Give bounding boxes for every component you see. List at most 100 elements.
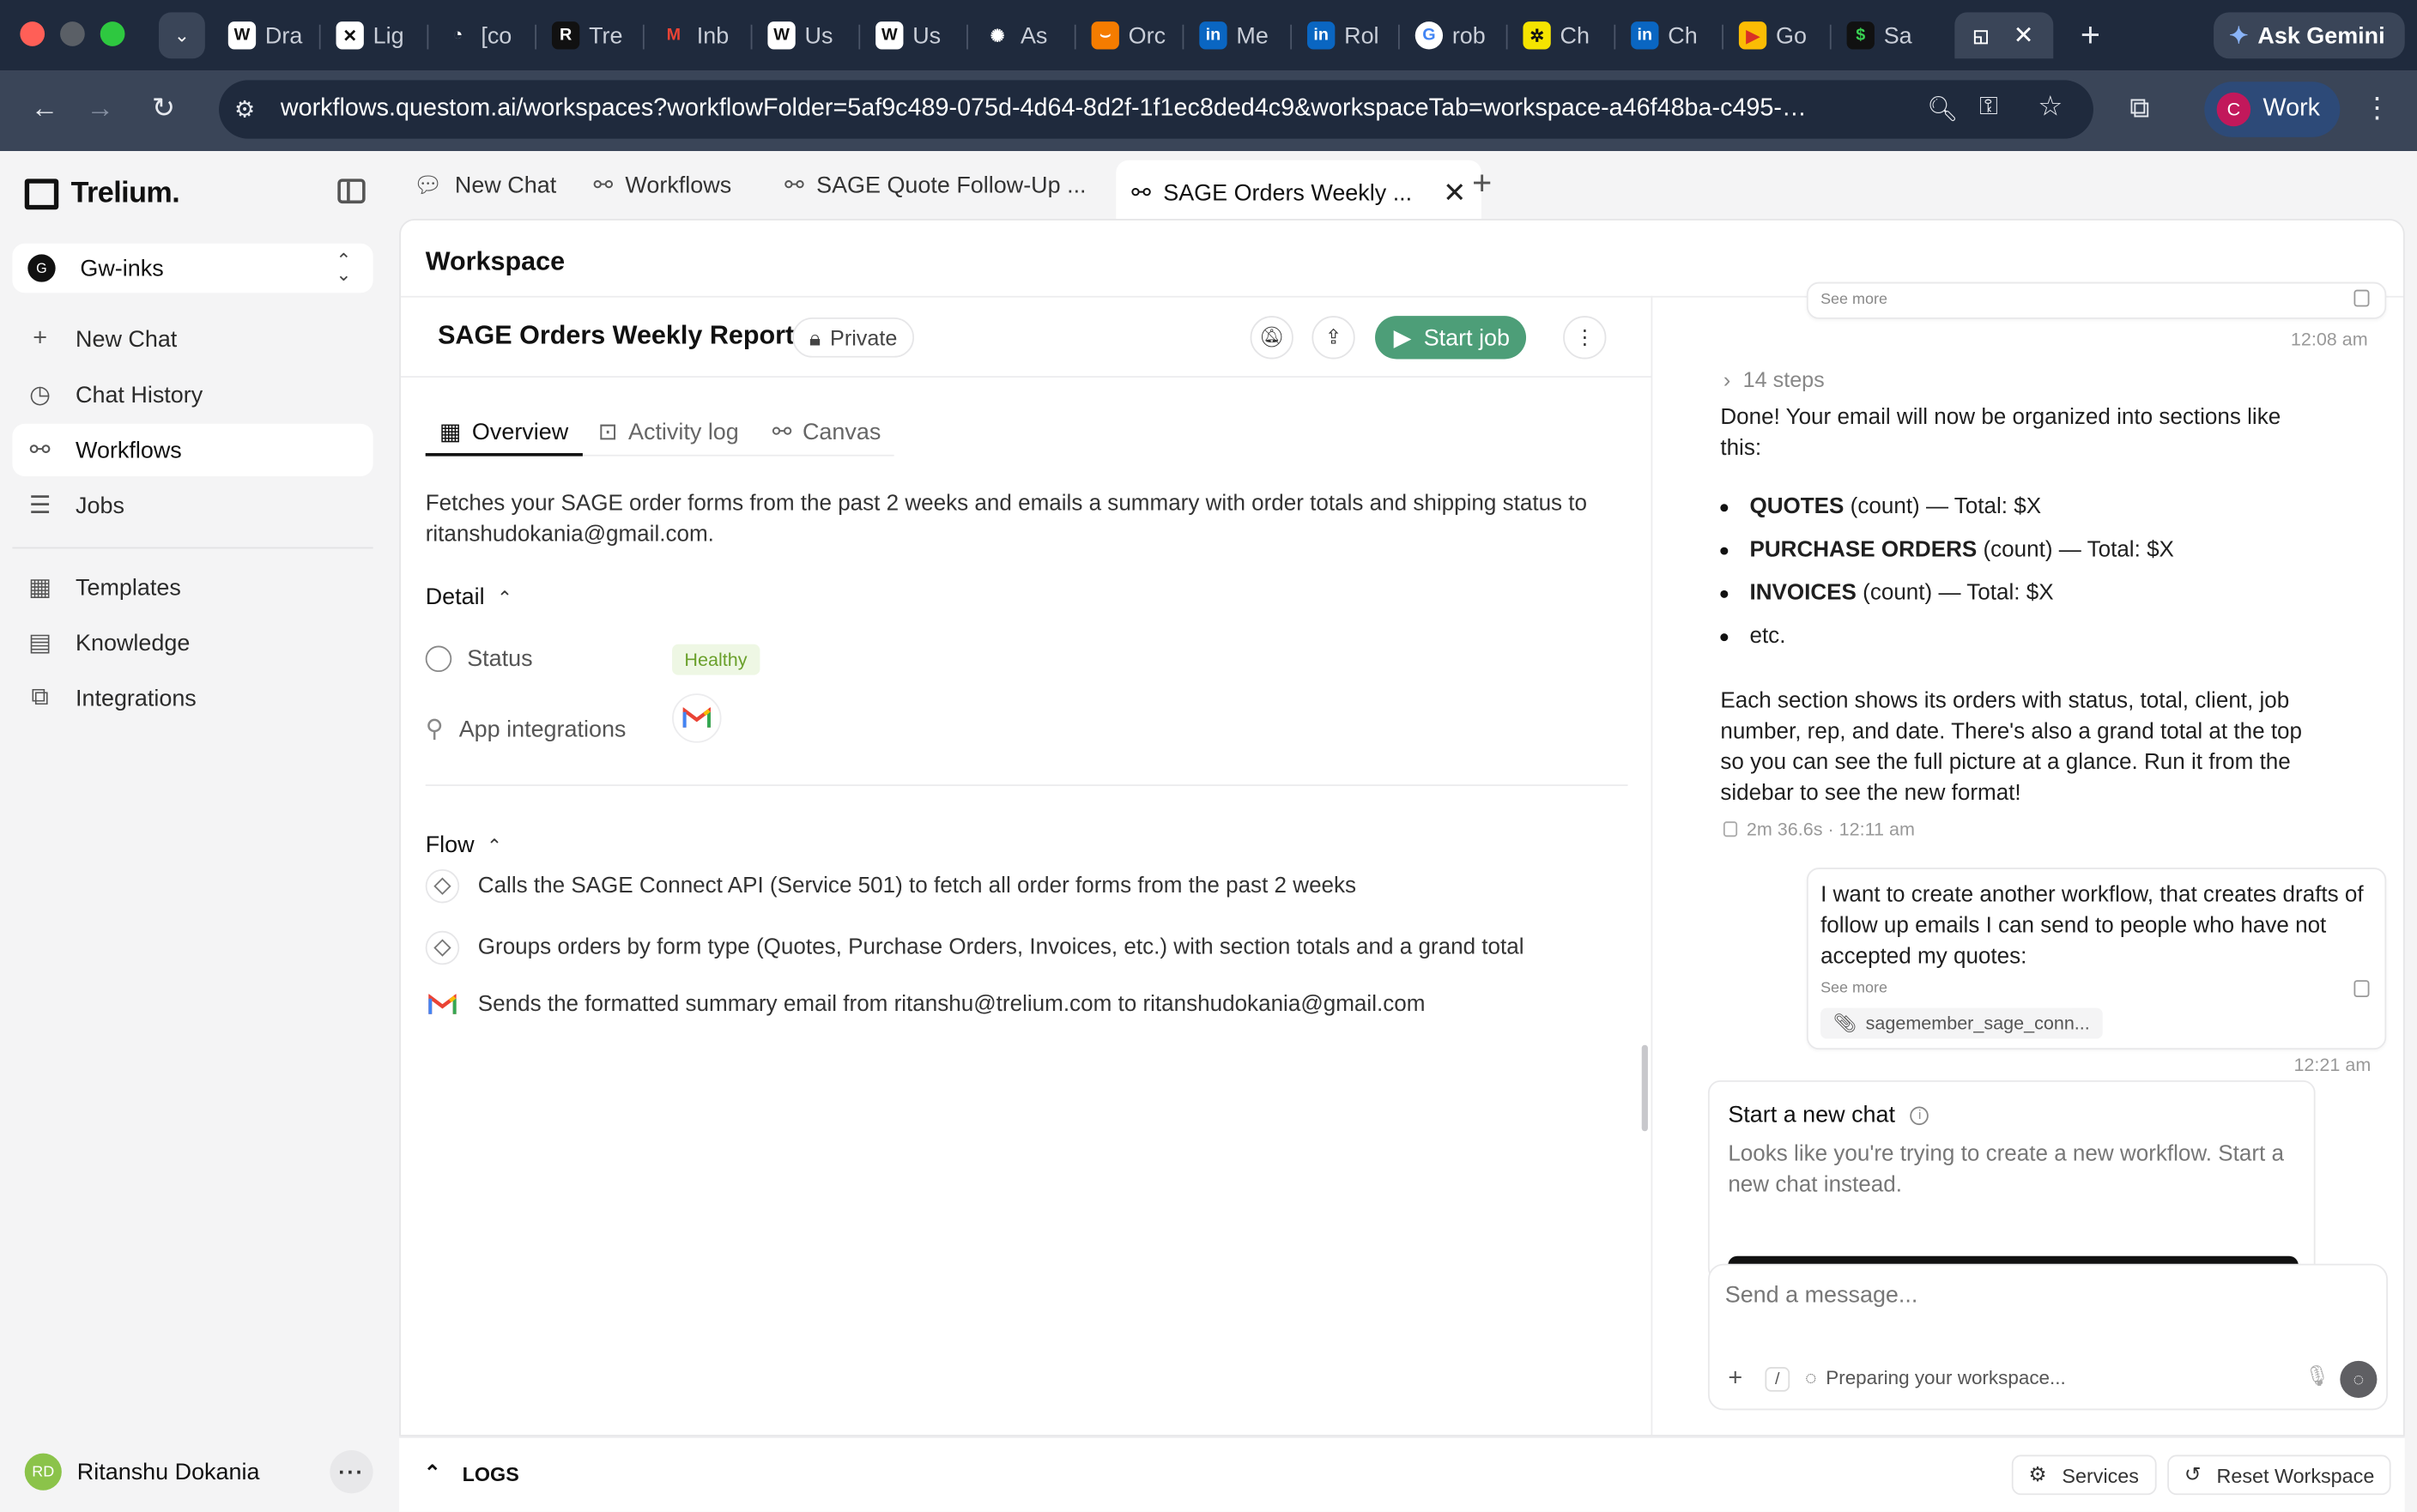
sidebar-item-knowledge[interactable]: ▤ Knowledge (12, 616, 373, 668)
browser-tab[interactable]: M Inb (647, 12, 753, 58)
workspace-status: ◌ Preparing your workspace... (1805, 1367, 2066, 1388)
add-tab-button[interactable]: + (1472, 163, 1492, 203)
browser-tab[interactable]: W Dra (215, 12, 321, 58)
profile-button[interactable]: C Work (2204, 82, 2341, 137)
tab-new-chat[interactable]: 💬︎ New Chat (413, 170, 556, 201)
browser-tab[interactable]: $ Sa (1834, 12, 1939, 58)
back-arrow-icon[interactable]: ← (27, 93, 64, 125)
reset-workspace-button[interactable]: ↺ Reset Workspace (2167, 1455, 2392, 1496)
browser-tab[interactable]: W Us (863, 12, 968, 58)
sidebar-item-label: Jobs (76, 492, 124, 519)
password-key-icon[interactable]: ⚿ (1979, 94, 1998, 122)
address-bar[interactable]: ⚙ workflows.questom.ai/workspaces?workfl… (219, 80, 2093, 139)
sidebar-item-new-chat[interactable]: + New Chat (12, 313, 373, 366)
see-more-link[interactable]: See more (1820, 980, 1887, 997)
more-menu-button[interactable]: ⋮ (1563, 316, 1607, 360)
sidebar-toggle-icon[interactable] (337, 178, 366, 204)
app-integrations-label: App integrations (458, 716, 627, 742)
slash-command-button[interactable]: / (1765, 1367, 1790, 1392)
tab-activity-log[interactable]: ⊡ Activity log (598, 412, 739, 452)
sidebar-item-templates[interactable]: ▦ Templates (12, 561, 373, 614)
minimize-window-button[interactable] (60, 21, 85, 46)
zoom-icon[interactable]: 🔍︎ (1927, 94, 1958, 125)
new-tab-button[interactable]: + (2072, 15, 2109, 56)
browser-tab[interactable]: ✕ Lig (324, 12, 429, 58)
tab-sage-quote-follow-up[interactable]: ⚯ SAGE Quote Follow-Up ... (784, 170, 1086, 201)
tab-search-chevron-icon[interactable]: ⌄ (158, 12, 205, 59)
copy-icon[interactable] (1723, 821, 1738, 838)
copy-icon[interactable] (2353, 980, 2370, 998)
browser-tab[interactable]: Grob (1402, 12, 1508, 58)
services-label: Services (2062, 1463, 2139, 1487)
attachment-chip[interactable]: 📎︎ sagemember_sage_conn... (1820, 1007, 2103, 1039)
extensions-puzzle-icon[interactable]: ⧉ (2121, 93, 2158, 125)
sidebar-item-chat-history[interactable]: ◷ Chat History (12, 368, 373, 420)
close-tab-icon[interactable]: ✕ (2014, 20, 2034, 51)
browser-menu-icon[interactable]: ⋮ (2359, 93, 2396, 125)
bookmark-star-icon[interactable]: ☆ (2038, 91, 2063, 124)
privacy-badge[interactable]: 🔒︎ Private (792, 317, 915, 358)
browser-tab[interactable]: W Us (755, 12, 861, 58)
microphone-icon[interactable]: 🎙︎ (2305, 1364, 2330, 1388)
share-button[interactable]: ⇪ (1311, 316, 1355, 360)
flow-step: Groups orders by form type (Quotes, Purc… (425, 930, 1524, 965)
detail-section-toggle[interactable]: Detail ⌃ (426, 584, 512, 611)
site-info-icon[interactable]: ⚙ (234, 95, 255, 124)
ask-gemini-button[interactable]: ✦ Ask Gemini (2214, 12, 2405, 59)
start-job-button[interactable]: ▶ Start job (1375, 316, 1527, 360)
sidebar-item-label: Integrations (76, 685, 197, 711)
forward-arrow-icon[interactable]: → (82, 93, 118, 125)
sidebar-item-label: Chat History (76, 381, 203, 408)
tab-overview[interactable]: ▦ Overview (439, 412, 568, 452)
chevron-updown-icon: ⌃ ⌄ (336, 249, 352, 286)
sidebar-item-jobs[interactable]: ☰ Jobs (12, 480, 373, 532)
browser-tab-active[interactable]: ◱ ✕ (1954, 12, 2054, 59)
notifications-off-button[interactable]: 🔕︎ (1250, 316, 1293, 360)
sidebar-item-workflows[interactable]: ⚯ Workflows (12, 423, 373, 476)
scrollbar[interactable] (1641, 1044, 1648, 1132)
see-more-link[interactable]: See more (1820, 291, 1887, 308)
flow-section-toggle[interactable]: Flow ⌃ (426, 832, 502, 859)
browser-tab[interactable]: ◔ [co (432, 12, 537, 58)
browser-tab[interactable]: ✲ Ch (1511, 12, 1616, 58)
sidebar-item-label: Workflows (76, 437, 182, 463)
tab-label: Activity log (628, 418, 739, 445)
browser-tab[interactable]: in Rol (1295, 12, 1400, 58)
user-profile[interactable]: RD Ritanshu Dokania (24, 1453, 260, 1491)
more-options-icon[interactable]: ··· (330, 1450, 373, 1494)
tab-canvas[interactable]: ⚯ Canvas (772, 412, 881, 452)
sidebar-item-integrations[interactable]: ⧉ Integrations (12, 672, 373, 724)
play-icon: ▶ (1393, 324, 1412, 352)
tab-label: Canvas (802, 418, 881, 445)
browser-tab[interactable]: R Tre (540, 12, 645, 58)
attachment-name: sagemember_sage_conn... (1865, 1012, 2090, 1035)
tab-workflows[interactable]: ⚯ Workflows (593, 170, 731, 201)
browser-tab[interactable]: in Ch (1619, 12, 1723, 58)
flow-step-text: Sends the formatted summary email from r… (477, 992, 1426, 1018)
browser-tab[interactable]: ✺ As (971, 12, 1076, 58)
avatar: RD (24, 1453, 62, 1491)
browser-tab[interactable]: ⌣ Orc (1079, 12, 1184, 58)
maximize-window-button[interactable] (100, 21, 125, 46)
attach-plus-icon[interactable]: + (1728, 1365, 1742, 1393)
gmail-integration[interactable] (672, 693, 722, 743)
message-input[interactable] (1724, 1277, 2373, 1312)
browser-tab[interactable]: ▶ Go (1727, 12, 1832, 58)
browser-tab-label: Tre (589, 22, 623, 49)
workspace-selector[interactable]: G Gw-inks ⌃ ⌄ (12, 243, 373, 293)
send-button[interactable]: ◌ (2340, 1360, 2378, 1398)
reload-icon[interactable]: ↻ (145, 93, 182, 125)
sidebar-item-label: Knowledge (76, 629, 191, 656)
steps-toggle[interactable]: › 14 steps (1723, 366, 1825, 391)
new-chat-suggestion: Start a new chat i Looks like you're tryi… (1707, 1080, 2316, 1281)
close-tab-icon[interactable]: ✕ (1443, 177, 1466, 209)
logs-toggle[interactable]: ⌃ LOGS (424, 1461, 519, 1486)
copy-icon[interactable] (2353, 289, 2370, 307)
url-text[interactable]: workflows.questom.ai/workspaces?workflow… (281, 95, 1902, 123)
services-button[interactable]: ⚙ Services (2011, 1455, 2156, 1496)
browser-tab[interactable]: in Me (1187, 12, 1293, 58)
info-icon[interactable]: i (1910, 1105, 1929, 1125)
wikipedia-icon: W (767, 21, 796, 50)
tab-sage-orders-weekly[interactable]: ⚯ SAGE Orders Weekly ... ✕ (1116, 160, 1482, 226)
close-window-button[interactable] (20, 21, 45, 46)
